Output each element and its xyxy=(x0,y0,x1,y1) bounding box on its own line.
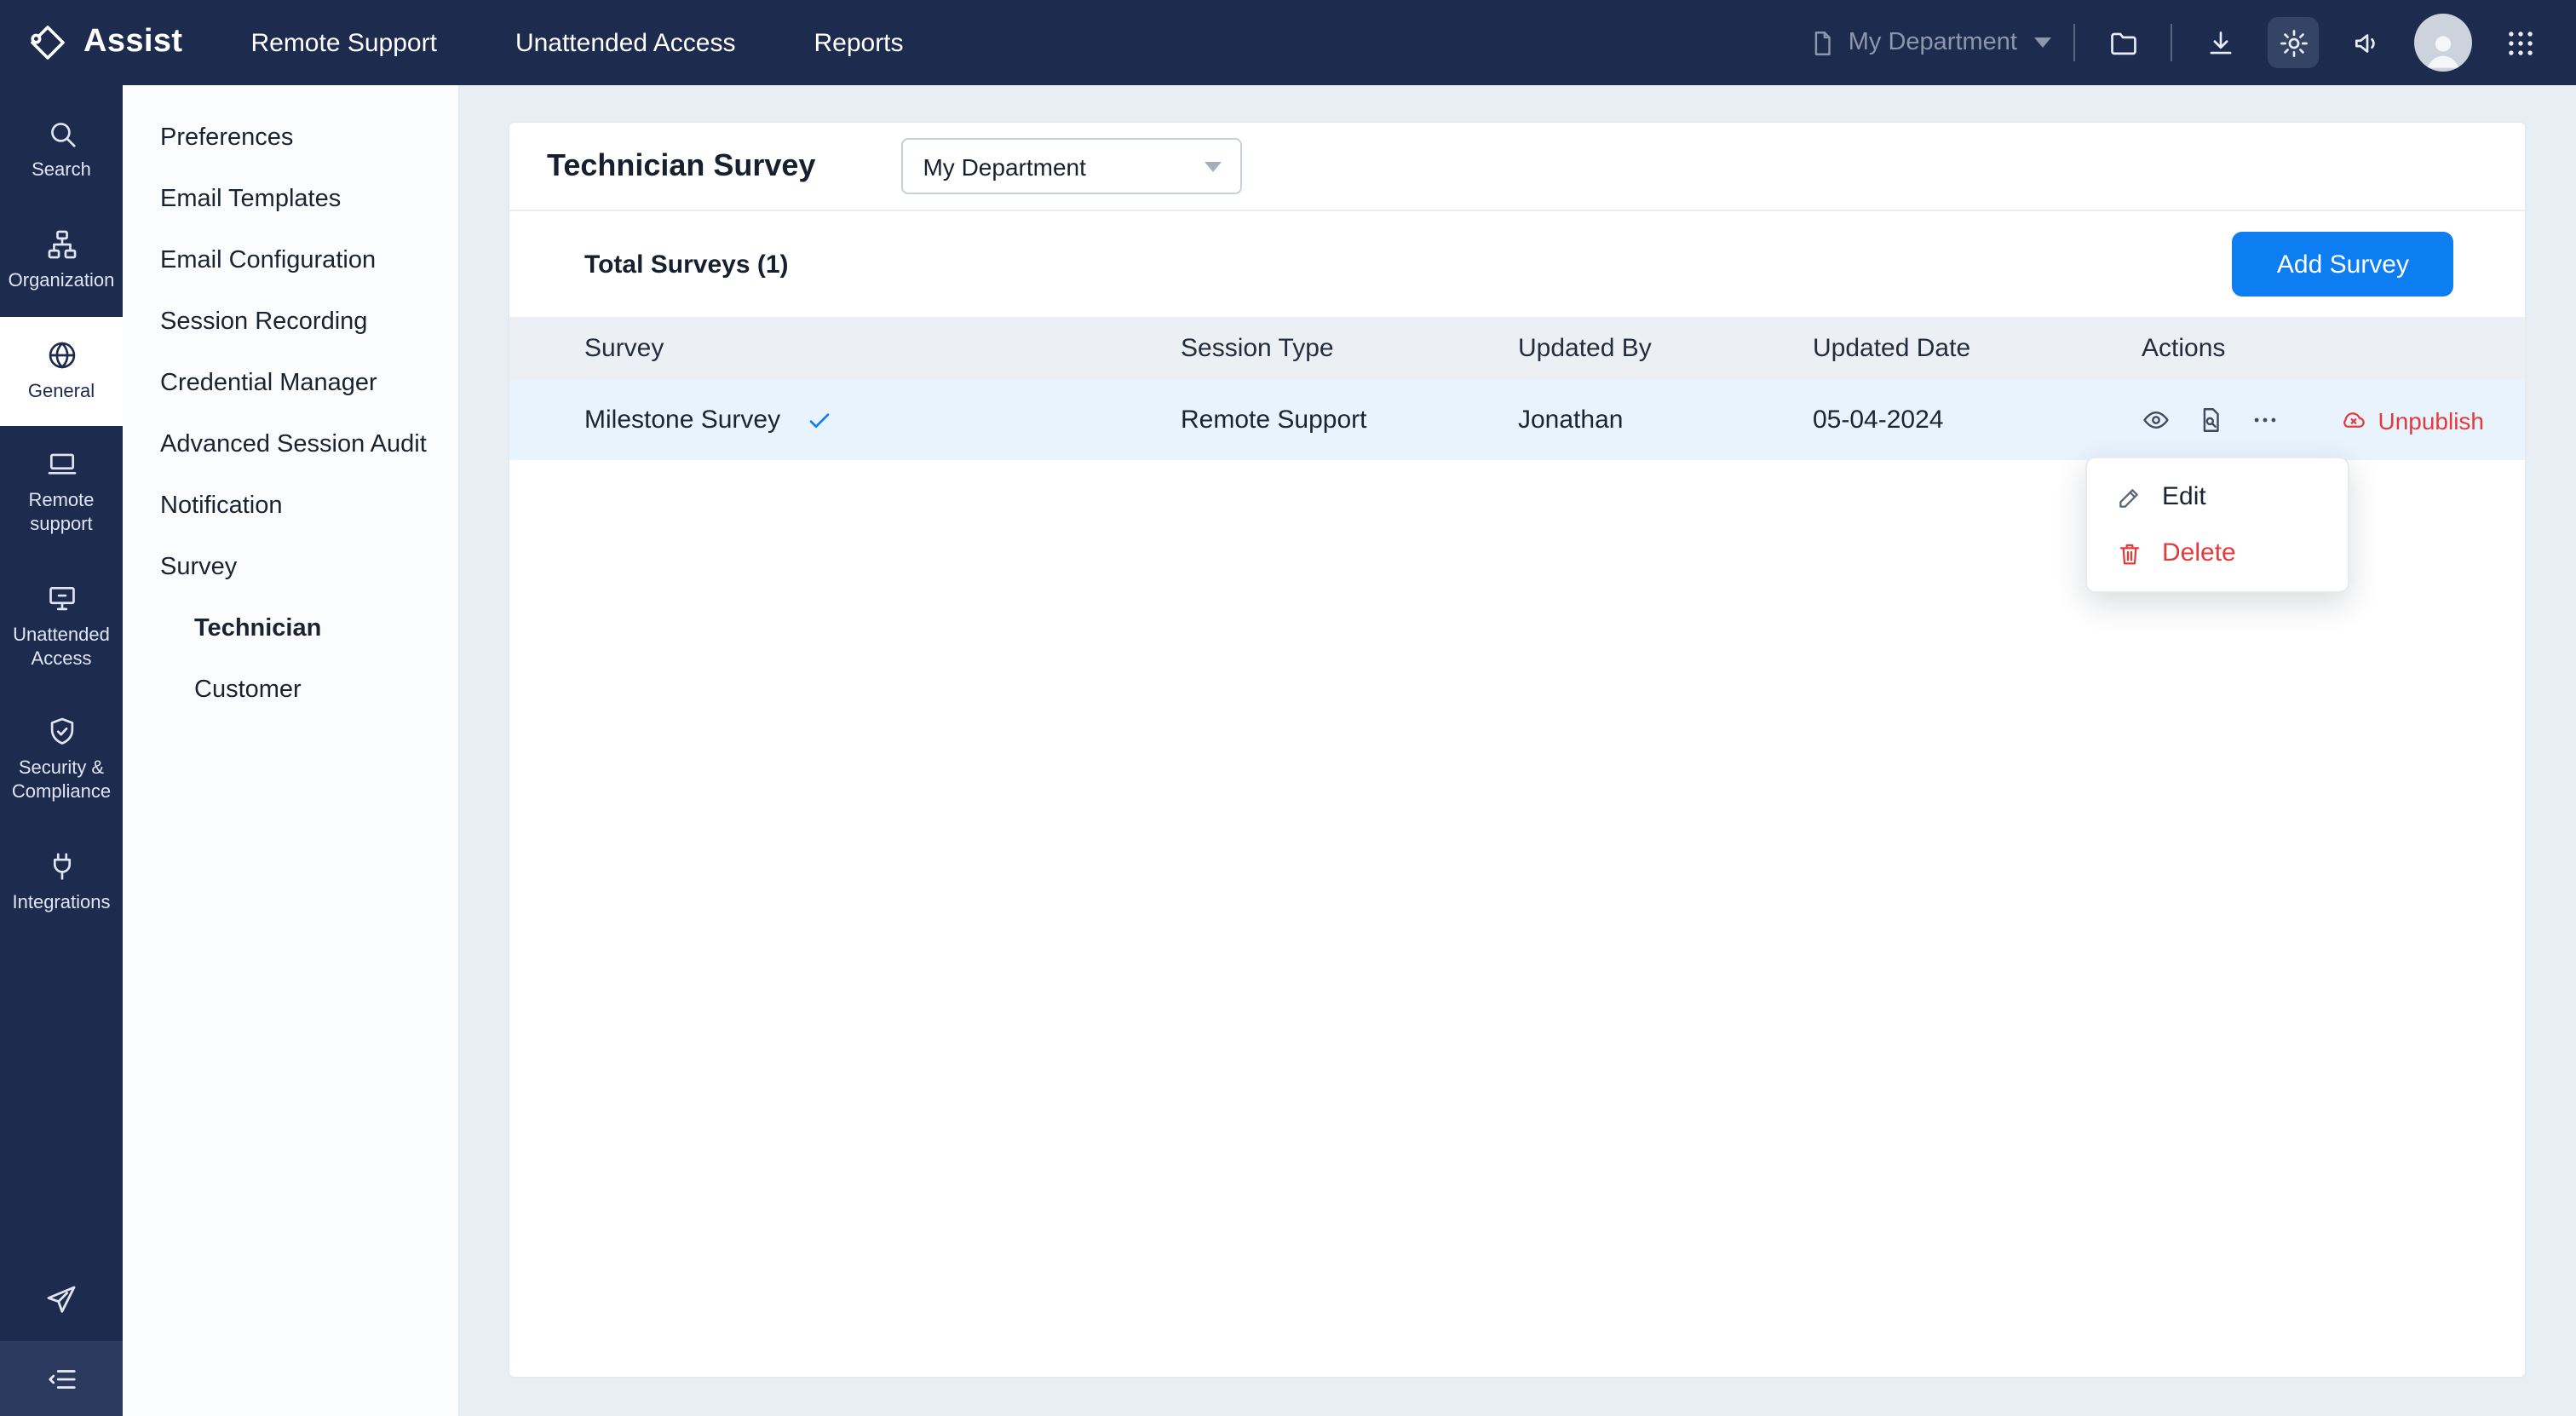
sidebar-item-session-recording[interactable]: Session Recording xyxy=(123,291,458,353)
rail-item-security-compliance[interactable]: Security & Compliance xyxy=(0,694,123,828)
download-icon[interactable] xyxy=(2194,17,2245,68)
folder-icon[interactable] xyxy=(2097,17,2148,68)
gear-icon[interactable] xyxy=(2268,17,2319,68)
report-icon[interactable] xyxy=(2196,406,2225,435)
app-logo[interactable]: Assist xyxy=(27,22,182,63)
column-header-session-type: Session Type xyxy=(1181,334,1334,363)
organization-icon xyxy=(45,228,78,261)
app-window: Assist Remote Support Unattended Access … xyxy=(0,0,2576,1416)
card-header: Technician Survey My Department xyxy=(509,123,2525,211)
sidebar-item-customer[interactable]: Customer xyxy=(123,659,458,721)
table-header-row: Survey Session Type Updated By Updated D… xyxy=(509,317,2525,380)
view-icon[interactable] xyxy=(2142,406,2171,435)
search-icon xyxy=(45,118,78,150)
main-content: Technician Survey My Department Total Su… xyxy=(460,85,2576,1416)
rail-item-label: Remote support xyxy=(28,491,95,536)
topbar-actions: My Department xyxy=(1808,14,2545,72)
updated-by-cell: Jonathan xyxy=(1518,406,1624,435)
rail-item-integrations[interactable]: Integrations xyxy=(0,828,123,939)
divider xyxy=(2073,24,2075,61)
nav-reports[interactable]: Reports xyxy=(814,18,903,67)
context-menu-delete[interactable]: Delete xyxy=(2087,525,2348,581)
settings-sidebar: Preferences Email Templates Email Config… xyxy=(123,85,460,1416)
add-survey-button[interactable]: Add Survey xyxy=(2232,232,2453,296)
cloud-off-icon xyxy=(2338,406,2367,435)
column-header-updated-date: Updated Date xyxy=(1813,334,1971,363)
megaphone-icon[interactable] xyxy=(2341,17,2392,68)
more-icon[interactable] xyxy=(2251,406,2280,435)
sidebar-item-technician[interactable]: Technician xyxy=(123,598,458,659)
top-navbar: Assist Remote Support Unattended Access … xyxy=(0,0,2576,85)
rail-item-general[interactable]: General xyxy=(0,316,123,427)
row-context-menu: Edit Delete xyxy=(2085,457,2349,593)
app-title: Assist xyxy=(83,24,183,60)
document-icon xyxy=(1808,28,1837,57)
sidebar-item-advanced-session-audit[interactable]: Advanced Session Audit xyxy=(123,414,458,475)
rail-item-search[interactable]: Search xyxy=(0,95,123,206)
unpublish-label: Unpublish xyxy=(2378,406,2484,434)
nav-unattended-access[interactable]: Unattended Access xyxy=(515,18,736,67)
rail-item-label: Unattended Access xyxy=(13,625,110,670)
session-type-cell: Remote Support xyxy=(1181,406,1367,435)
column-header-survey: Survey xyxy=(584,334,664,363)
department-dropdown-value: My Department xyxy=(923,153,1086,180)
department-switcher[interactable]: My Department xyxy=(1808,28,2051,57)
rail-item-label: Security & Compliance xyxy=(11,758,112,803)
survey-toolbar: Total Surveys (1) Add Survey xyxy=(509,211,2525,317)
sidebar-item-preferences[interactable]: Preferences xyxy=(123,107,458,169)
avatar[interactable] xyxy=(2414,14,2472,72)
collapse-menu-icon[interactable] xyxy=(0,1341,123,1416)
delete-trash-icon xyxy=(2116,539,2143,567)
context-menu-edit[interactable]: Edit xyxy=(2087,469,2348,525)
rail-item-remote-support[interactable]: Remote support xyxy=(0,427,123,561)
apps-grid-icon[interactable] xyxy=(2494,17,2545,68)
sidebar-item-email-templates[interactable]: Email Templates xyxy=(123,169,458,230)
unpublish-button[interactable]: Unpublish xyxy=(2338,406,2484,435)
sidebar-item-credential-manager[interactable]: Credential Manager xyxy=(123,353,458,414)
chevron-down-icon xyxy=(2034,37,2051,48)
divider xyxy=(2171,24,2172,61)
edit-pencil-icon xyxy=(2116,483,2143,510)
sidebar-item-notification[interactable]: Notification xyxy=(123,475,458,537)
context-menu-delete-label: Delete xyxy=(2162,538,2236,567)
column-header-updated-by: Updated By xyxy=(1518,334,1652,363)
updated-date-cell: 05-04-2024 xyxy=(1813,406,1944,435)
published-check-icon xyxy=(806,406,833,434)
rail-item-label: Organization xyxy=(8,270,115,291)
remote-support-icon xyxy=(45,449,78,481)
rail-item-label: Search xyxy=(32,160,91,181)
rail-bottom xyxy=(0,1259,123,1416)
total-surveys-count: Total Surveys (1) xyxy=(584,250,789,279)
department-switcher-label: My Department xyxy=(1848,29,2017,56)
icon-rail: Search Organization General Remote suppo… xyxy=(0,85,123,1416)
unattended-access-icon xyxy=(45,583,78,615)
survey-name: Milestone Survey xyxy=(584,406,781,435)
department-dropdown[interactable]: My Department xyxy=(900,138,1242,194)
security-shield-icon xyxy=(45,717,78,749)
table-row[interactable]: Milestone Survey Remote Support Jonathan… xyxy=(509,380,2525,460)
rail-item-unattended-access[interactable]: Unattended Access xyxy=(0,561,123,694)
nav-remote-support[interactable]: Remote Support xyxy=(250,18,436,67)
assist-logo-icon xyxy=(27,22,68,63)
rail-item-organization[interactable]: Organization xyxy=(0,206,123,317)
technician-survey-card: Technician Survey My Department Total Su… xyxy=(509,123,2525,1377)
page-title: Technician Survey xyxy=(547,148,816,182)
chevron-down-icon xyxy=(1204,161,1222,171)
sidebar-item-email-configuration[interactable]: Email Configuration xyxy=(123,230,458,291)
send-icon[interactable] xyxy=(44,1259,78,1341)
sidebar-item-survey[interactable]: Survey xyxy=(123,537,458,598)
rail-item-label: Integrations xyxy=(12,892,111,913)
row-actions: Unpublish xyxy=(2142,406,2525,435)
context-menu-edit-label: Edit xyxy=(2162,482,2206,511)
globe-icon xyxy=(45,338,78,371)
top-nav: Remote Support Unattended Access Reports xyxy=(250,18,903,67)
column-header-actions: Actions xyxy=(2142,334,2226,363)
rail-item-label: General xyxy=(27,381,95,401)
integrations-plug-icon xyxy=(45,850,78,883)
